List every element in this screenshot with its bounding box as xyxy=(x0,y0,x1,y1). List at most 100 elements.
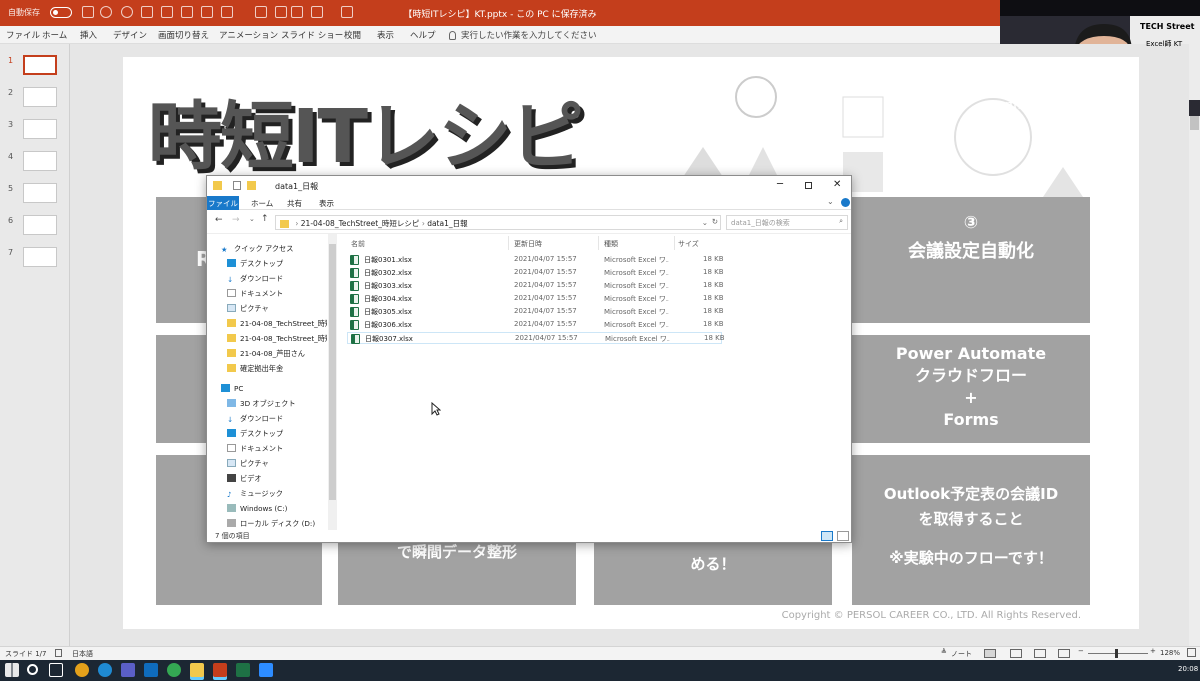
nav-item-folder[interactable]: 21-04-08_TechStreet_時短I xyxy=(227,319,327,329)
nav-item-videos[interactable]: ビデオ xyxy=(227,474,327,484)
file-row[interactable]: 日報0303.xlsx 2021/04/07 15:57 Microsoft Exc… xyxy=(347,280,724,292)
fit-slide-icon[interactable] xyxy=(1187,648,1196,657)
file-row[interactable]: 日報0305.xlsx 2021/04/07 15:57 Microsoft Exc… xyxy=(347,306,724,318)
normal-view-icon[interactable] xyxy=(984,649,996,658)
nav-item-folder[interactable]: 21-04-08_TechStreet_時短I xyxy=(227,334,327,344)
notes-button[interactable]: ノート xyxy=(951,649,972,659)
breadcrumb-parent[interactable]: 21-04-08_TechStreet_時短レシピ xyxy=(301,219,420,228)
notes-icon[interactable]: ≜ xyxy=(941,648,947,656)
address-dropdown-icon[interactable]: ⌄ xyxy=(702,218,708,227)
up-arrow-icon[interactable]: ↑ xyxy=(261,214,269,224)
file-row[interactable]: 日報0306.xlsx 2021/04/07 15:57 Microsoft Exc… xyxy=(347,319,724,331)
vertical-scrollbar[interactable] xyxy=(1189,116,1200,646)
file-explorer-window[interactable]: data1_日報 ─ ✕ ファイル ホーム 共有 表示 ⌄ ← → ⌄ ↑ › … xyxy=(206,175,852,543)
nav-quick-access[interactable]: ★ クイック アクセス xyxy=(221,244,293,254)
tab-design[interactable]: デザイン xyxy=(113,29,147,41)
spellcheck-icon[interactable] xyxy=(55,649,62,657)
file-row[interactable]: 日報0302.xlsx 2021/04/07 15:57 Microsoft Exc… xyxy=(347,267,724,279)
file-row[interactable]: 日報0301.xlsx 2021/04/07 15:57 Microsoft Exc… xyxy=(347,254,724,266)
file-row[interactable]: 日報0304.xlsx 2021/04/07 15:57 Microsoft Exc… xyxy=(347,293,724,305)
zoom-slider[interactable] xyxy=(1088,653,1148,654)
slide-thumbnail-5[interactable] xyxy=(23,183,57,203)
zoom-level[interactable]: 128% xyxy=(1160,649,1180,657)
tab-help[interactable]: ヘルプ xyxy=(410,29,436,41)
tell-me-box[interactable]: 実行したい作業を入力してください xyxy=(449,29,597,41)
slide-thumbnail-4[interactable] xyxy=(23,151,57,171)
maximize-icon[interactable] xyxy=(805,182,812,189)
column-type[interactable]: 種類 xyxy=(604,239,618,249)
nav-item-desktop[interactable]: デスクトップ xyxy=(227,429,327,439)
recent-dropdown-icon[interactable]: ⌄ xyxy=(249,215,255,223)
nav-item-3d[interactable]: 3D オブジェクト xyxy=(227,399,327,409)
nav-item-pictures[interactable]: ピクチャ xyxy=(227,459,327,469)
excel-icon[interactable] xyxy=(236,663,250,677)
nav-item-pictures[interactable]: ピクチャ xyxy=(227,304,327,314)
tab-insert[interactable]: 挿入 xyxy=(80,29,97,41)
tab-transitions[interactable]: 画面切り替え xyxy=(158,29,209,41)
explorer-tab-file[interactable]: ファイル xyxy=(207,196,239,210)
nav-item-folder[interactable]: 21-04-08_芦田さん xyxy=(227,349,327,359)
zoom-in-icon[interactable]: + xyxy=(1150,647,1156,655)
slideshow-view-icon[interactable] xyxy=(1058,649,1070,658)
refresh-icon[interactable]: ↻ xyxy=(712,217,718,226)
new-folder-icon[interactable] xyxy=(247,181,256,190)
reading-view-icon[interactable] xyxy=(1034,649,1046,658)
slide-thumbnail-6[interactable] xyxy=(23,215,57,235)
language-indicator[interactable]: 日本語 xyxy=(72,649,93,659)
large-icons-view-icon[interactable] xyxy=(837,531,849,541)
column-name[interactable]: 名前 xyxy=(351,239,365,249)
slide-thumbnail-2[interactable] xyxy=(23,87,57,107)
windows-start-icon[interactable] xyxy=(5,663,19,677)
minimize-icon[interactable]: ─ xyxy=(777,179,783,190)
zoom-slider-thumb[interactable] xyxy=(1115,649,1118,658)
slide-sorter-icon[interactable] xyxy=(1010,649,1022,658)
tab-file[interactable]: ファイル xyxy=(6,29,40,41)
nav-item-downloads[interactable]: ↓ ダウンロード xyxy=(227,414,327,424)
back-arrow-icon[interactable]: ← xyxy=(215,215,223,225)
column-size[interactable]: サイズ xyxy=(678,239,699,249)
close-icon[interactable]: ✕ xyxy=(833,179,841,190)
nav-item-music[interactable]: ♪ ミュージック xyxy=(227,489,327,499)
file-row-focused[interactable]: 日報0307.xlsx 2021/04/07 15:57 Microsoft Exc… xyxy=(347,332,725,344)
task-view-icon[interactable] xyxy=(49,663,63,677)
chrome-icon[interactable] xyxy=(75,663,89,677)
nav-item-documents[interactable]: ドキュメント xyxy=(227,444,327,454)
properties-icon[interactable] xyxy=(233,181,241,190)
nav-item-drive-d[interactable]: ローカル ディスク (D:) xyxy=(227,519,327,529)
file-explorer-icon[interactable] xyxy=(190,663,204,677)
zoom-app-icon[interactable] xyxy=(259,663,273,677)
breadcrumb-current[interactable]: data1_日報 xyxy=(427,219,467,228)
explorer-tab-share[interactable]: 共有 xyxy=(287,198,302,209)
details-view-icon[interactable] xyxy=(821,531,833,541)
column-date[interactable]: 更新日時 xyxy=(514,239,542,249)
zoom-out-icon[interactable]: − xyxy=(1078,647,1084,655)
address-bar[interactable]: › 21-04-08_TechStreet_時短レシピ › data1_日報 ⌄… xyxy=(275,215,721,230)
tab-review[interactable]: 校閲 xyxy=(344,29,361,41)
outlook-icon[interactable] xyxy=(144,663,158,677)
slide-thumbnail-3[interactable] xyxy=(23,119,57,139)
nav-item-documents[interactable]: ドキュメント xyxy=(227,289,327,299)
slide-thumbnail-7[interactable] xyxy=(23,247,57,267)
explorer-tab-home[interactable]: ホーム xyxy=(251,198,273,209)
nav-this-pc[interactable]: PC xyxy=(221,384,243,393)
nav-item-drive-c[interactable]: Windows (C:) xyxy=(227,504,327,513)
nav-scrollbar[interactable] xyxy=(328,234,337,530)
help-icon[interactable] xyxy=(841,198,850,207)
search-icon[interactable] xyxy=(27,664,38,675)
tab-view[interactable]: 表示 xyxy=(377,29,394,41)
nav-item-desktop[interactable]: デスクトップ xyxy=(227,259,327,269)
tab-home[interactable]: ホーム xyxy=(42,29,67,41)
scrollbar-thumb[interactable] xyxy=(1190,116,1199,130)
tab-slideshow[interactable]: スライド ショー xyxy=(281,29,343,41)
slide-thumbnail-1[interactable] xyxy=(23,55,57,75)
explorer-tab-view[interactable]: 表示 xyxy=(319,198,334,209)
powerpoint-icon[interactable] xyxy=(213,663,227,677)
ribbon-expand-icon[interactable]: ⌄ xyxy=(827,197,834,206)
tab-animations[interactable]: アニメーション xyxy=(219,29,278,41)
teams-icon[interactable] xyxy=(121,663,135,677)
edge-icon[interactable] xyxy=(98,663,112,677)
chrome-profile-icon[interactable] xyxy=(167,663,181,677)
forward-arrow-icon[interactable]: → xyxy=(232,215,240,225)
nav-item-folder[interactable]: 確定拠出年金 xyxy=(227,364,327,374)
nav-item-downloads[interactable]: ↓ ダウンロード xyxy=(227,274,327,284)
